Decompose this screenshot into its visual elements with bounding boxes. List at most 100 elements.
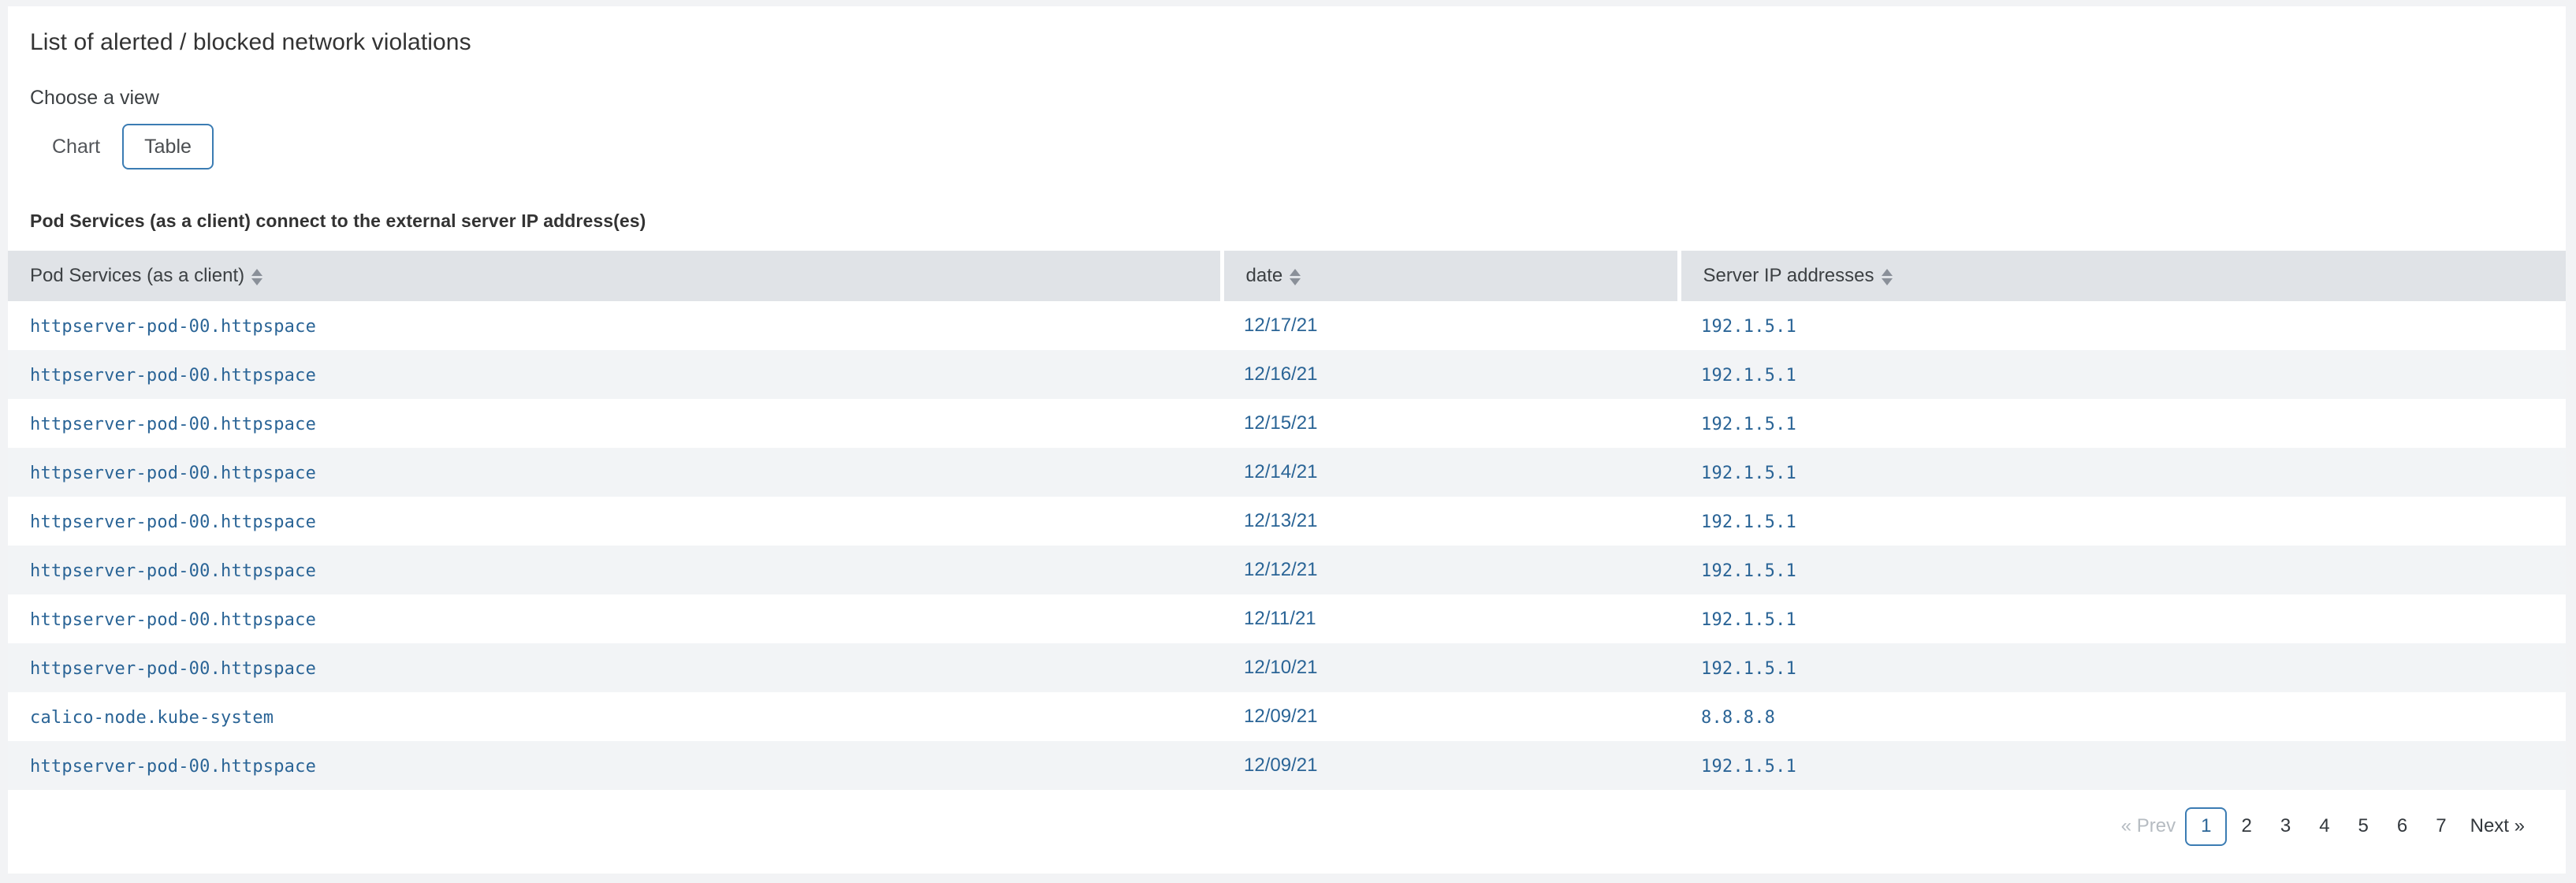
pagination-next[interactable]: Next » xyxy=(2461,807,2534,846)
table-row: httpserver-pod-00.httpspace 12/09/21 192.1… xyxy=(8,741,2566,790)
cell-date[interactable]: 12/16/21 xyxy=(1222,350,1679,399)
view-option-table[interactable]: Table xyxy=(122,124,214,170)
server-ip-link[interactable]: 192.1.5.1 xyxy=(1701,610,1796,630)
sort-both-icon[interactable] xyxy=(1290,269,1301,285)
server-ip-link[interactable]: 192.1.5.1 xyxy=(1701,415,1796,434)
cell-date[interactable]: 12/10/21 xyxy=(1222,643,1679,692)
cell-pod-service[interactable]: calico-node.kube-system xyxy=(8,692,1222,741)
pagination-page-5[interactable]: 5 xyxy=(2344,807,2383,846)
server-ip-link[interactable]: 8.8.8.8 xyxy=(1701,708,1775,728)
cell-date[interactable]: 12/13/21 xyxy=(1222,497,1679,546)
cell-server-ip[interactable]: 192.1.5.1 xyxy=(1679,741,2566,790)
pagination-page-6[interactable]: 6 xyxy=(2383,807,2422,846)
table-header-row: Pod Services (as a client) date xyxy=(8,251,2566,301)
cell-server-ip[interactable]: 192.1.5.1 xyxy=(1679,399,2566,448)
cell-server-ip[interactable]: 192.1.5.1 xyxy=(1679,448,2566,497)
cell-server-ip[interactable]: 192.1.5.1 xyxy=(1679,594,2566,643)
table-row: httpserver-pod-00.httpspace 12/17/21 192.1… xyxy=(8,301,2566,350)
date-link[interactable]: 12/16/21 xyxy=(1244,363,1317,385)
cell-date[interactable]: 12/09/21 xyxy=(1222,741,1679,790)
pagination-prev[interactable]: « Prev xyxy=(2112,807,2185,846)
column-header-pod-services-label: Pod Services (as a client) xyxy=(30,265,244,287)
cell-pod-service[interactable]: httpserver-pod-00.httpspace xyxy=(8,546,1222,594)
server-ip-link[interactable]: 192.1.5.1 xyxy=(1701,659,1796,679)
cell-server-ip[interactable]: 8.8.8.8 xyxy=(1679,692,2566,741)
pagination-page-2[interactable]: 2 xyxy=(2227,807,2265,846)
choose-view-label: Choose a view xyxy=(8,57,2566,110)
table-row: httpserver-pod-00.httpspace 12/15/21 192.1… xyxy=(8,399,2566,448)
pagination-page-4[interactable]: 4 xyxy=(2305,807,2343,846)
cell-date[interactable]: 12/11/21 xyxy=(1222,594,1679,643)
view-toggle-group: Chart Table xyxy=(8,110,2566,170)
server-ip-link[interactable]: 192.1.5.1 xyxy=(1701,317,1796,337)
column-header-date-label: date xyxy=(1246,265,1283,287)
server-ip-link[interactable]: 192.1.5.1 xyxy=(1701,561,1796,581)
pagination: « Prev1234567Next » xyxy=(8,790,2566,846)
screen-root: List of alerted / blocked network violat… xyxy=(0,0,2576,883)
content-card: List of alerted / blocked network violat… xyxy=(8,6,2566,874)
cell-server-ip[interactable]: 192.1.5.1 xyxy=(1679,546,2566,594)
table-row: httpserver-pod-00.httpspace 12/12/21 192.1… xyxy=(8,546,2566,594)
pod-service-link[interactable]: httpserver-pod-00.httpspace xyxy=(30,610,316,630)
pagination-page-1[interactable]: 1 xyxy=(2185,807,2227,846)
table-row: calico-node.kube-system 12/09/21 8.8.8.8 xyxy=(8,692,2566,741)
cell-server-ip[interactable]: 192.1.5.1 xyxy=(1679,301,2566,350)
column-header-server-ip[interactable]: Server IP addresses xyxy=(1679,251,2566,301)
table-row: httpserver-pod-00.httpspace 12/16/21 192.1… xyxy=(8,350,2566,399)
column-header-date[interactable]: date xyxy=(1222,251,1679,301)
cell-date[interactable]: 12/17/21 xyxy=(1222,301,1679,350)
pod-service-link[interactable]: httpserver-pod-00.httpspace xyxy=(30,512,316,532)
cell-pod-service[interactable]: httpserver-pod-00.httpspace xyxy=(8,741,1222,790)
sort-both-icon[interactable] xyxy=(1882,269,1893,285)
pagination-page-7[interactable]: 7 xyxy=(2422,807,2460,846)
pod-service-link[interactable]: httpserver-pod-00.httpspace xyxy=(30,464,316,483)
cell-date[interactable]: 12/09/21 xyxy=(1222,692,1679,741)
sort-both-icon[interactable] xyxy=(251,269,262,285)
date-link[interactable]: 12/14/21 xyxy=(1244,461,1317,482)
pod-service-link[interactable]: httpserver-pod-00.httpspace xyxy=(30,659,316,679)
pod-service-link[interactable]: httpserver-pod-00.httpspace xyxy=(30,317,316,337)
column-header-server-ip-label: Server IP addresses xyxy=(1703,265,1874,287)
table-body: httpserver-pod-00.httpspace 12/17/21 192.1… xyxy=(8,301,2566,790)
server-ip-link[interactable]: 192.1.5.1 xyxy=(1701,464,1796,483)
pod-service-link[interactable]: httpserver-pod-00.httpspace xyxy=(30,415,316,434)
cell-server-ip[interactable]: 192.1.5.1 xyxy=(1679,350,2566,399)
pod-service-link[interactable]: httpserver-pod-00.httpspace xyxy=(30,366,316,386)
cell-pod-service[interactable]: httpserver-pod-00.httpspace xyxy=(8,301,1222,350)
cell-date[interactable]: 12/14/21 xyxy=(1222,448,1679,497)
cell-pod-service[interactable]: httpserver-pod-00.httpspace xyxy=(8,350,1222,399)
server-ip-link[interactable]: 192.1.5.1 xyxy=(1701,512,1796,532)
server-ip-link[interactable]: 192.1.5.1 xyxy=(1701,366,1796,386)
column-header-pod-services[interactable]: Pod Services (as a client) xyxy=(8,251,1222,301)
server-ip-link[interactable]: 192.1.5.1 xyxy=(1701,757,1796,777)
pod-service-link[interactable]: httpserver-pod-00.httpspace xyxy=(30,757,316,777)
cell-pod-service[interactable]: httpserver-pod-00.httpspace xyxy=(8,594,1222,643)
cell-pod-service[interactable]: httpserver-pod-00.httpspace xyxy=(8,643,1222,692)
date-link[interactable]: 12/13/21 xyxy=(1244,510,1317,531)
cell-pod-service[interactable]: httpserver-pod-00.httpspace xyxy=(8,497,1222,546)
page-title: List of alerted / blocked network violat… xyxy=(8,6,2566,57)
table-row: httpserver-pod-00.httpspace 12/13/21 192.1… xyxy=(8,497,2566,546)
date-link[interactable]: 12/17/21 xyxy=(1244,315,1317,336)
pagination-page-3[interactable]: 3 xyxy=(2266,807,2305,846)
date-link[interactable]: 12/15/21 xyxy=(1244,412,1317,434)
cell-server-ip[interactable]: 192.1.5.1 xyxy=(1679,643,2566,692)
cell-date[interactable]: 12/15/21 xyxy=(1222,399,1679,448)
date-link[interactable]: 12/10/21 xyxy=(1244,657,1317,678)
table-row: httpserver-pod-00.httpspace 12/10/21 192.1… xyxy=(8,643,2566,692)
violations-table-wrap: Pod Services (as a client) date xyxy=(8,251,2566,790)
date-link[interactable]: 12/12/21 xyxy=(1244,559,1317,580)
date-link[interactable]: 12/09/21 xyxy=(1244,754,1317,776)
cell-server-ip[interactable]: 192.1.5.1 xyxy=(1679,497,2566,546)
cell-pod-service[interactable]: httpserver-pod-00.httpspace xyxy=(8,399,1222,448)
pod-service-link[interactable]: calico-node.kube-system xyxy=(30,708,274,728)
date-link[interactable]: 12/11/21 xyxy=(1244,608,1316,629)
cell-date[interactable]: 12/12/21 xyxy=(1222,546,1679,594)
view-option-chart[interactable]: Chart xyxy=(30,124,122,170)
table-row: httpserver-pod-00.httpspace 12/11/21 192.1… xyxy=(8,594,2566,643)
violations-table: Pod Services (as a client) date xyxy=(8,251,2566,790)
section-heading: Pod Services (as a client) connect to th… xyxy=(8,170,2566,232)
pod-service-link[interactable]: httpserver-pod-00.httpspace xyxy=(30,561,316,581)
date-link[interactable]: 12/09/21 xyxy=(1244,706,1317,727)
cell-pod-service[interactable]: httpserver-pod-00.httpspace xyxy=(8,448,1222,497)
